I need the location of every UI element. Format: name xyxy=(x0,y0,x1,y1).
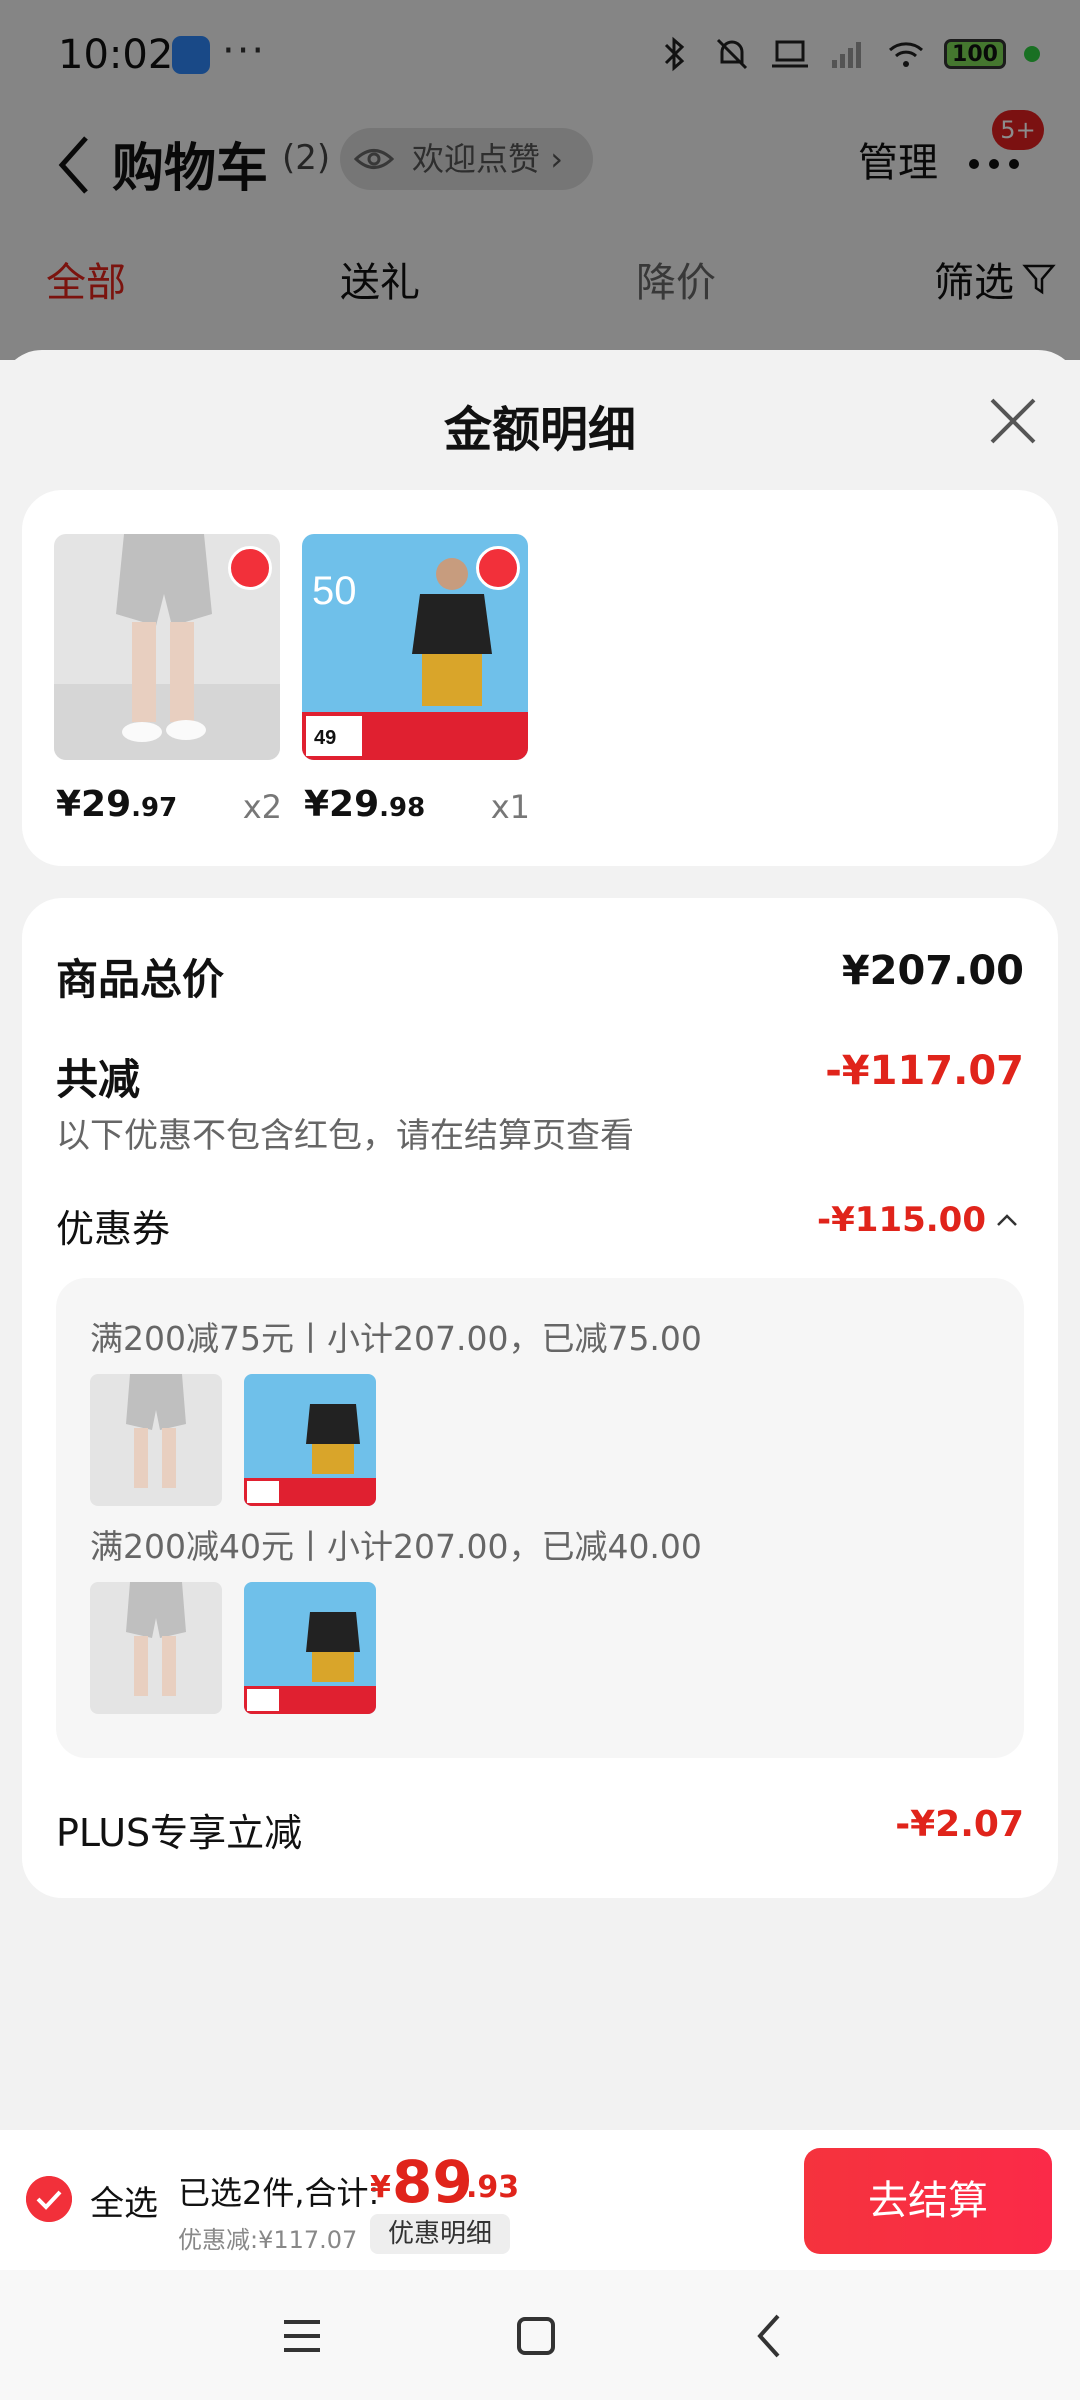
product-quantity: x1 xyxy=(490,788,530,826)
select-all-label[interactable]: 全选 xyxy=(90,2176,158,2225)
product-item[interactable]: ¥29.97 x2 xyxy=(54,534,282,826)
checkout-bar: 全选 已选2件,合计: ¥ 89 .93 优惠减:¥117.07 优惠明细 去结… xyxy=(0,2130,1080,2270)
total-price-label: 商品总价 xyxy=(56,955,225,1004)
coupon-product-thumb xyxy=(90,1582,222,1714)
product-item[interactable]: 49 50 ¥29.98 x1 xyxy=(302,534,530,826)
total-price-value: ¥207.00 xyxy=(841,948,1024,994)
discount-summary: 优惠减:¥117.07 xyxy=(178,2226,358,2254)
selected-summary: 已选2件,合计: xyxy=(178,2174,380,2212)
reduction-note: 以下优惠不包含红包，请在结算页查看 xyxy=(56,1116,634,1156)
svg-text:49: 49 xyxy=(314,727,336,749)
select-all-checkbox[interactable] xyxy=(26,2176,72,2222)
total-amount-integer: 89 xyxy=(392,2148,473,2216)
chevron-up-icon xyxy=(997,1214,1017,1226)
product-image-tshirt: 49 50 xyxy=(302,534,528,760)
discount-detail-button[interactable]: 优惠明细 xyxy=(370,2214,511,2254)
product-card: ¥29.97 x2 49 50 ¥29.98 x1 xyxy=(22,490,1058,866)
svg-text:50: 50 xyxy=(312,569,357,613)
coupon-label: 优惠券 xyxy=(56,1207,171,1251)
coupon-toggle[interactable]: -¥115.00 xyxy=(817,1200,1018,1240)
checkout-button[interactable]: 去结算 xyxy=(804,2148,1052,2254)
product-image-shorts xyxy=(54,534,280,760)
dim-overlay xyxy=(0,0,1080,360)
coupon-rule: 满200减40元丨小计207.00，已减40.00 xyxy=(90,1527,702,1566)
reduction-label: 共减 xyxy=(56,1055,141,1104)
coupon-rule: 满200减75元丨小计207.00，已减75.00 xyxy=(90,1319,702,1358)
total-currency: ¥ xyxy=(370,2170,391,2205)
product-quantity: x2 xyxy=(242,788,282,826)
back-nav-icon[interactable] xyxy=(740,2306,800,2366)
system-nav-bar xyxy=(0,2270,1080,2400)
close-icon[interactable] xyxy=(986,394,1040,448)
coupon-product-thumb xyxy=(244,1374,376,1506)
coupon-detail-box: 满200减75元丨小计207.00，已减75.00 满200减40元丨小计207… xyxy=(56,1278,1024,1758)
plus-discount-value: -¥2.07 xyxy=(895,1804,1024,1845)
coupon-product-thumb xyxy=(90,1374,222,1506)
amount-detail-sheet: 金额明细 ¥29.97 x2 49 50 ¥29.98 x1 商品总价 ¥207… xyxy=(0,350,1080,2130)
coupon-product-thumb xyxy=(244,1582,376,1714)
reduction-value: -¥117.07 xyxy=(825,1048,1024,1094)
total-amount-decimal: .93 xyxy=(466,2170,520,2205)
selected-check-icon xyxy=(476,546,520,590)
product-price: ¥29.97 xyxy=(56,784,178,825)
menu-icon[interactable] xyxy=(272,2306,332,2366)
product-price: ¥29.98 xyxy=(304,784,426,825)
price-summary-card: 商品总价 ¥207.00 共减 -¥117.07 以下优惠不包含红包，请在结算页… xyxy=(22,898,1058,1898)
sheet-title: 金额明细 xyxy=(443,402,636,458)
plus-discount-label: PLUS专享立减 xyxy=(56,1811,303,1855)
home-icon[interactable] xyxy=(506,2306,566,2366)
selected-check-icon xyxy=(228,546,272,590)
coupon-value: -¥115.00 xyxy=(817,1200,986,1240)
